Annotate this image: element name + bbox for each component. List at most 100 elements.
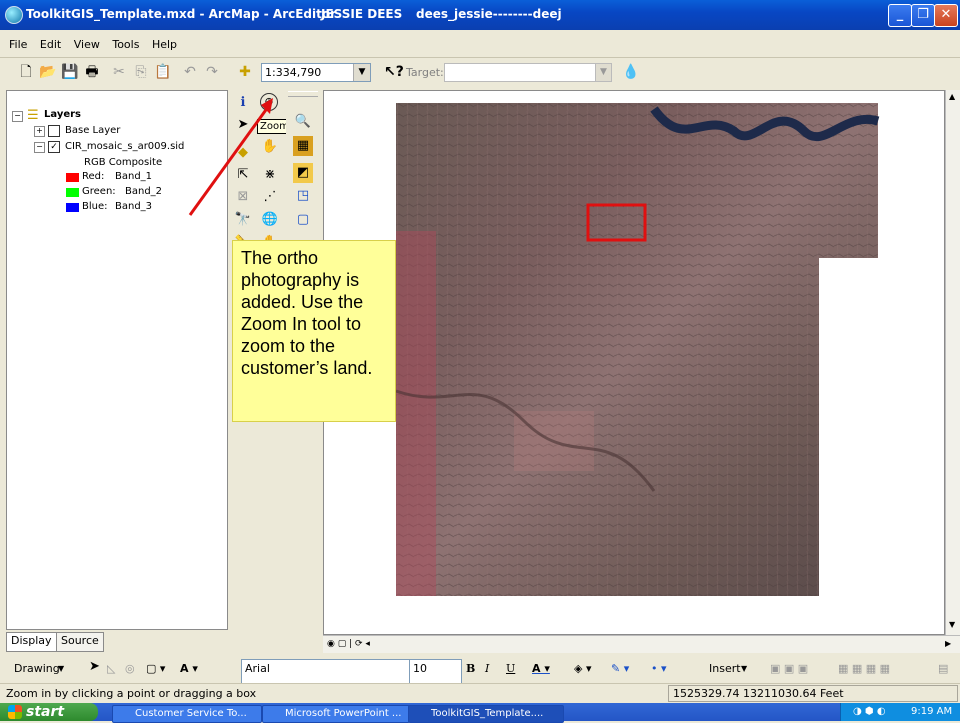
font-size-value: 10 (413, 662, 427, 675)
marker-color-icon[interactable]: • ▾ (651, 662, 667, 675)
windows-logo-icon (8, 705, 22, 719)
data-view-tab-icon[interactable]: ◉ ▢ | ⟳ ◂ (327, 639, 370, 649)
taskbar-item-powerpoint[interactable]: Microsoft PowerPoint ... (262, 705, 410, 723)
scroll-up-icon[interactable]: ▲ (949, 92, 955, 101)
taskbar-item-customer-service[interactable]: Customer Service To... (112, 705, 262, 723)
chevron-down-icon[interactable]: ▼ (741, 664, 747, 673)
window-title-account: dees_jessie--------deej (416, 7, 562, 21)
paste-icon[interactable]: 📋 (154, 63, 172, 81)
font-name-combobox[interactable]: Arial (241, 659, 417, 684)
menu-bar: File Edit View Tools Help (0, 30, 960, 58)
layer-cir-label[interactable]: CIR_mosaic_s_ar009.sid (65, 141, 184, 152)
title-bar: ToolkitGIS_Template.mxd - ArcMap - ArcEd… (0, 0, 960, 30)
green-band-swatch (66, 188, 79, 197)
undo-icon[interactable]: ↶ (181, 63, 199, 81)
vertical-scrollbar[interactable]: ▲ ▼ (945, 90, 960, 635)
magnifier-icon[interactable]: 🔍 (293, 112, 313, 132)
window-title: ToolkitGIS_Template.mxd - ArcMap - ArcEd… (26, 7, 337, 21)
collapse-icon[interactable]: − (34, 142, 45, 153)
copy-icon[interactable]: ⎘ (132, 63, 150, 81)
overview-icon[interactable]: ◳ (293, 186, 313, 206)
toc-root-label[interactable]: Layers (44, 109, 81, 120)
minimize-button[interactable]: _ (888, 4, 912, 27)
chevron-down-icon[interactable]: ▼ (595, 64, 611, 81)
layer-tool-icon[interactable]: ◩ (293, 163, 313, 183)
tab-source[interactable]: Source (56, 632, 104, 652)
blue-band-swatch (66, 203, 79, 212)
zoom-whole-page-icon[interactable]: ◎ (125, 662, 135, 675)
drawing-toolbar: Drawing ▼ ➤ ◺ ◎ ▢ ▾ A ▾ Arial 10 B I U A… (0, 653, 960, 684)
menu-help[interactable]: Help (152, 38, 177, 51)
fill-color-icon[interactable]: ◈ ▾ (574, 662, 591, 675)
target-combobox[interactable]: ▼ (444, 63, 612, 82)
layers-icon: ☰ (27, 108, 39, 123)
close-button[interactable]: ✕ (934, 4, 958, 27)
select-pointer-icon[interactable]: ➤ (89, 659, 100, 674)
open-folder-icon[interactable]: 📂 (39, 63, 57, 81)
line-color-icon[interactable]: ✎ ▾ (611, 662, 629, 675)
map-view[interactable] (323, 90, 945, 635)
chevron-down-icon[interactable]: ▼ (58, 664, 64, 673)
distribute-icon[interactable]: ▤ (938, 662, 948, 675)
group-icon[interactable]: ▣ ▣ ▣ (770, 662, 808, 675)
tab-display[interactable]: Display (6, 632, 57, 652)
map-tool-icon[interactable]: ▦ (293, 136, 313, 156)
toolbar-grip[interactable] (288, 91, 318, 97)
green-band-label: Green: (82, 186, 116, 197)
scroll-right-icon[interactable]: ▶ (945, 639, 951, 648)
add-data-icon[interactable]: ✚ (236, 63, 254, 81)
callout-arrow (188, 98, 273, 216)
font-color-icon[interactable]: A ▾ (532, 662, 550, 675)
rotate-icon[interactable]: ◺ (107, 662, 115, 675)
save-icon[interactable]: 💾 (61, 63, 79, 81)
font-size-combobox[interactable]: 10 (409, 659, 462, 684)
start-label: start (26, 704, 65, 720)
layer-base-label[interactable]: Base Layer (65, 125, 120, 136)
coordinate-readout: 1525329.74 13211030.64 Feet (668, 685, 958, 702)
blue-band-label: Blue: (82, 201, 108, 212)
italic-icon[interactable]: I (485, 662, 489, 675)
bold-icon[interactable]: B (466, 662, 475, 675)
cut-icon[interactable]: ✂ (110, 63, 128, 81)
menu-tools[interactable]: Tools (112, 38, 139, 51)
expand-icon[interactable]: + (34, 126, 45, 137)
red-band-value: Band_1 (115, 171, 153, 182)
instruction-callout: The ortho photography is added. Use the … (232, 240, 396, 422)
restore-button[interactable]: ❐ (911, 4, 935, 27)
clock: 9:19 AM (911, 706, 953, 717)
chevron-down-icon[interactable]: ▼ (353, 64, 370, 81)
taskbar-item-toolkitgis[interactable]: ToolkitGIS_Template.... (408, 705, 564, 723)
layer-checkbox-cir[interactable]: ✓ (48, 141, 60, 153)
menu-file[interactable]: File (9, 38, 27, 51)
drawing-menu[interactable]: Drawing (14, 662, 60, 675)
collapse-icon[interactable]: − (12, 111, 23, 122)
map-scale-value: 1:334,790 (265, 66, 322, 79)
horizontal-scrollbar[interactable]: ◉ ▢ | ⟳ ◂ ▶ (323, 635, 960, 653)
layer-checkbox-base[interactable] (48, 125, 60, 137)
whats-this-icon[interactable]: ↖? (384, 63, 404, 81)
new-document-icon[interactable]: 🗋 (17, 63, 35, 81)
status-message: Zoom in by clicking a point or dragging … (6, 687, 257, 700)
print-icon[interactable]: 🖶 (83, 63, 101, 81)
underline-icon[interactable]: U (506, 662, 515, 675)
toc-tabs: Display Source (6, 632, 228, 652)
rectangle-tool-icon[interactable]: ▢ ▾ (146, 662, 165, 675)
red-band-swatch (66, 173, 79, 182)
insert-menu[interactable]: Insert (709, 662, 741, 675)
arcmap-app-icon[interactable] (5, 6, 23, 24)
ortho-photo-mosaic (395, 103, 880, 596)
tray-icons[interactable]: ◑ ⬢ ◐ (853, 706, 886, 717)
redo-icon[interactable]: ↷ (203, 63, 221, 81)
rgb-composite-label: RGB Composite (84, 157, 163, 168)
menu-edit[interactable]: Edit (40, 38, 61, 51)
red-band-label: Red: (82, 171, 105, 182)
frame-icon[interactable]: ▢ (293, 210, 313, 230)
font-name-value: Arial (245, 662, 270, 675)
map-scale-combobox[interactable]: 1:334,790 ▼ (261, 63, 371, 82)
menu-view[interactable]: View (74, 38, 100, 51)
target-label: Target: (406, 66, 444, 79)
text-tool-icon[interactable]: A ▾ (180, 662, 198, 675)
editor-icon[interactable]: 💧 (622, 63, 640, 81)
align-icon[interactable]: ▦ ▦ ▦ ▦ (838, 662, 890, 675)
scroll-down-icon[interactable]: ▼ (949, 620, 955, 629)
